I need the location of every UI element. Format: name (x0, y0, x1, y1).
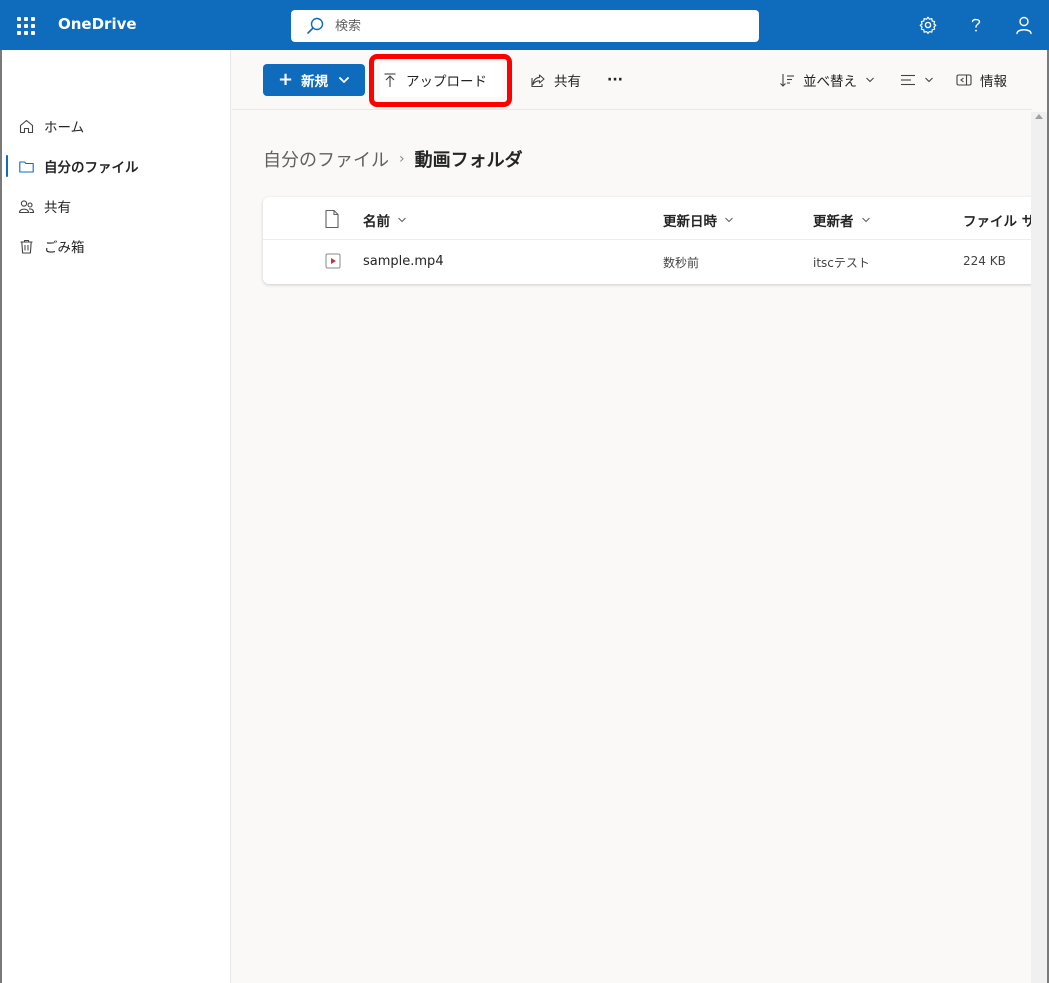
share-button-label: 共有 (554, 74, 581, 90)
column-header-name[interactable]: 名前 (363, 210, 407, 230)
people-icon (18, 199, 35, 213)
sidebar-item-label: 共有 (44, 200, 71, 216)
settings-button[interactable] (916, 13, 940, 37)
active-indicator (6, 155, 8, 177)
sidebar-item-recycle-bin[interactable]: ごみ箱 (6, 231, 226, 261)
home-icon (19, 119, 34, 133)
column-header-label: ファイル サイズ (963, 214, 1035, 230)
upload-arrow-icon (384, 73, 396, 87)
video-file-icon (325, 253, 341, 269)
scroll-up-arrow-icon[interactable] (1035, 114, 1043, 119)
chevron-down-icon (398, 217, 406, 223)
sidebar: ホーム 自分のファイル 共有 ごみ箱 (2, 50, 231, 983)
sidebar-item-my-files[interactable]: 自分のファイル (6, 151, 226, 181)
breadcrumb: 自分のファイル › 動画フォルダ (263, 145, 523, 173)
details-button[interactable]: 情報 (956, 64, 1007, 96)
table-header: 名前 更新日時 更新者 ファイル サイズ (263, 197, 1035, 240)
sort-icon (780, 74, 794, 87)
info-pane-icon (956, 74, 972, 86)
share-icon (531, 74, 545, 88)
sidebar-item-label: ごみ箱 (44, 240, 85, 256)
sidebar-item-label: ホーム (44, 120, 85, 136)
trash-icon (20, 239, 33, 254)
chevron-down-icon (339, 77, 349, 83)
chevron-down-icon (861, 217, 870, 223)
plus-icon: + (278, 69, 294, 90)
sort-button-label: 並べ替え (803, 74, 857, 90)
person-icon (1016, 16, 1032, 35)
help-icon (971, 18, 981, 32)
view-options-button[interactable] (900, 64, 934, 96)
column-header-label: 名前 (363, 214, 390, 230)
file-modified: 数秒前 (663, 256, 700, 270)
chevron-down-icon (725, 217, 733, 223)
file-type-icon[interactable] (324, 209, 340, 229)
file-modified-by: itscテスト (813, 256, 870, 270)
file-name[interactable]: sample.mp4 (363, 254, 444, 269)
column-header-modified[interactable]: 更新日時 (663, 210, 734, 230)
sidebar-item-label: 自分のファイル (44, 160, 139, 176)
file-size: 224 KB (963, 254, 1006, 268)
scrollbar[interactable] (1031, 112, 1047, 983)
account-button[interactable] (1012, 13, 1036, 37)
column-header-label: 更新日時 (663, 214, 717, 230)
app-launcher-icon[interactable] (17, 17, 35, 35)
sort-button[interactable]: 並べ替え (779, 64, 875, 96)
search-input[interactable] (335, 18, 735, 34)
gear-icon (919, 16, 937, 34)
file-list: 名前 更新日時 更新者 ファイル サイズ sample.mp4 数秒前 itsc… (263, 197, 1035, 284)
new-button[interactable]: + 新規 (263, 64, 365, 96)
column-header-label: 更新者 (813, 214, 854, 230)
details-button-label: 情報 (980, 74, 1007, 90)
help-button[interactable] (964, 13, 988, 37)
column-header-modified-by[interactable]: 更新者 (813, 210, 871, 230)
table-row[interactable]: sample.mp4 数秒前 itscテスト 224 KB (263, 240, 1035, 284)
chevron-down-icon (866, 77, 874, 83)
search-icon (307, 17, 324, 34)
more-actions-button[interactable]: ··· (607, 64, 623, 96)
column-header-size[interactable]: ファイル サイズ (963, 210, 1035, 230)
chevron-down-icon (925, 77, 933, 83)
command-bar: + 新規 アップロード 共有 ··· 並べ替え 情報 (232, 50, 1032, 110)
breadcrumb-parent[interactable]: 自分のファイル (263, 146, 389, 172)
top-bar: OneDrive (0, 0, 1049, 50)
list-view-icon (901, 74, 915, 86)
folder-icon (19, 160, 34, 173)
sidebar-item-shared[interactable]: 共有 (6, 191, 226, 221)
breadcrumb-separator: › (399, 151, 405, 167)
upload-button-label: アップロード (406, 74, 487, 90)
search-box[interactable] (291, 10, 759, 42)
breadcrumb-current: 動画フォルダ (414, 150, 523, 171)
upload-button[interactable]: アップロード (382, 64, 487, 96)
app-title[interactable]: OneDrive (58, 15, 137, 33)
new-button-label: 新規 (301, 74, 329, 90)
more-icon: ··· (607, 72, 623, 88)
sidebar-item-home[interactable]: ホーム (6, 111, 226, 141)
share-button[interactable]: 共有 (530, 64, 581, 96)
